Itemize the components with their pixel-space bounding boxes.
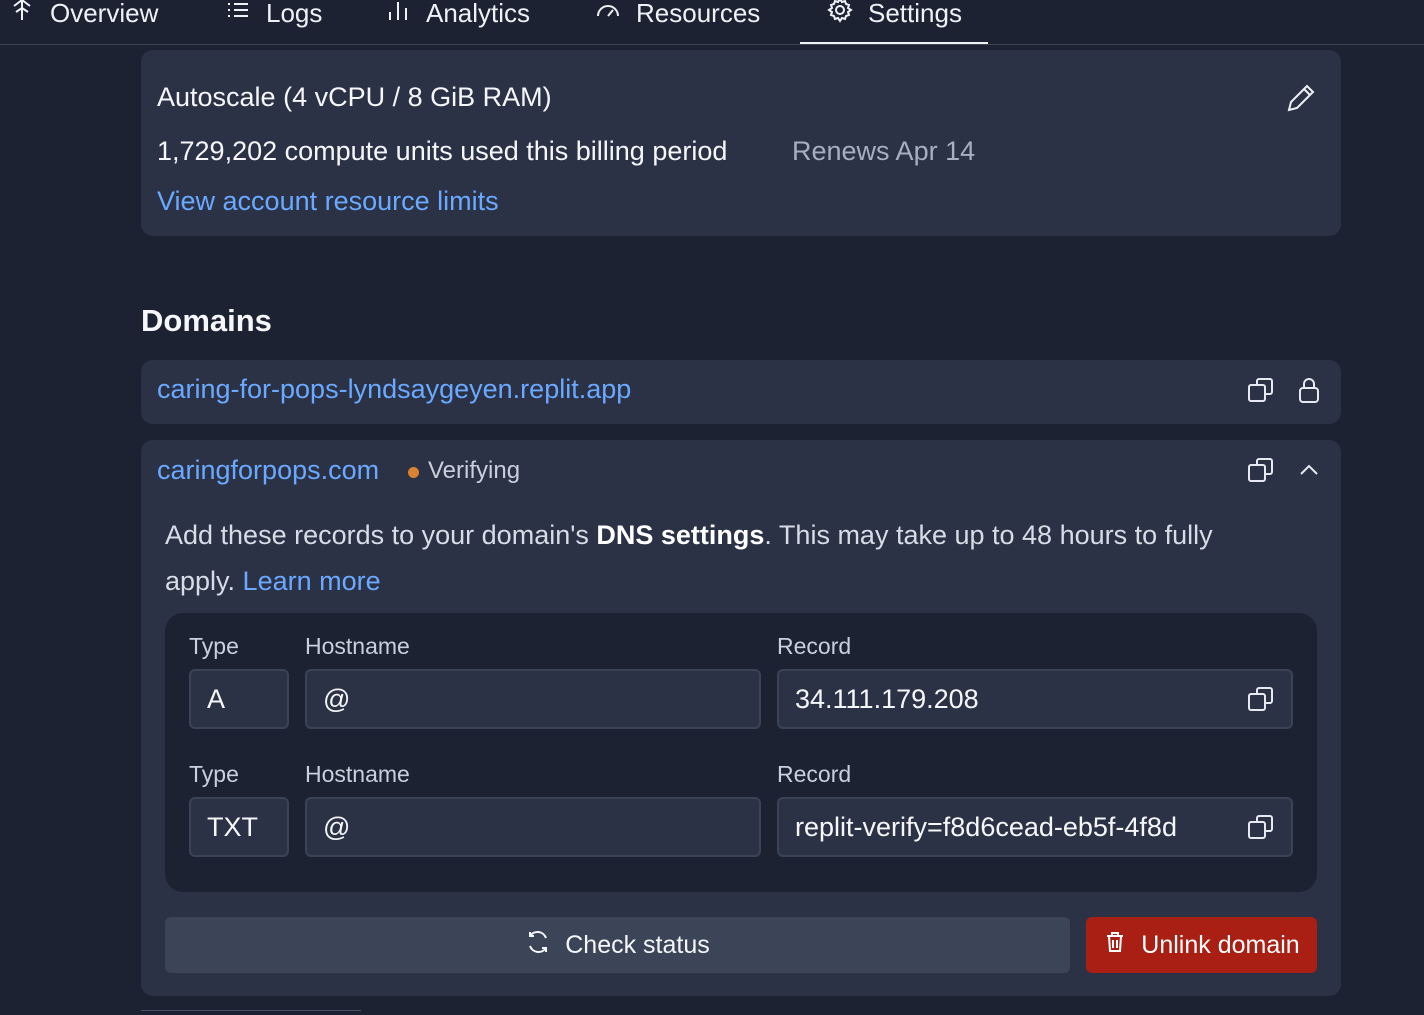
copy-button[interactable] bbox=[1243, 374, 1279, 410]
tab-label: Settings bbox=[868, 0, 962, 28]
usage-text: 1,729,202 compute units used this billin… bbox=[157, 136, 728, 166]
record-value-field[interactable]: 34.111.179.208 bbox=[777, 669, 1293, 729]
record-label: Record bbox=[777, 761, 852, 787]
record-type-field[interactable]: A bbox=[189, 669, 289, 729]
tab-label: Logs bbox=[266, 0, 323, 28]
hostname-label: Hostname bbox=[305, 633, 410, 659]
view-resource-limits-link[interactable]: View account resource limits bbox=[157, 186, 499, 217]
record-value: 34.111.179.208 bbox=[795, 683, 979, 714]
overview-icon bbox=[8, 0, 36, 31]
edit-plan-button[interactable] bbox=[1283, 80, 1319, 116]
unlink-domain-label: Unlink domain bbox=[1141, 930, 1300, 959]
domains-heading: Domains bbox=[141, 303, 272, 338]
copy-icon[interactable] bbox=[1245, 683, 1277, 715]
dns-desc-text: Add these records to your domain's bbox=[165, 520, 597, 550]
tab-overview[interactable]: Overview bbox=[8, 0, 158, 44]
record-type-value: TXT bbox=[207, 811, 258, 842]
lock-icon bbox=[1293, 374, 1325, 411]
domain-row-primary: caring-for-pops-lyndsaygeyen.replit.app bbox=[141, 360, 1341, 424]
dns-settings-emphasis: DNS settings bbox=[596, 520, 765, 550]
tab-label: Analytics bbox=[426, 0, 531, 28]
type-label: Type bbox=[189, 761, 239, 787]
dns-instructions: Add these records to your domain's DNS s… bbox=[165, 512, 1285, 604]
record-label: Record bbox=[777, 633, 852, 659]
chevron-up-icon bbox=[1293, 454, 1325, 491]
copy-icon[interactable] bbox=[1245, 811, 1277, 843]
plan-card: Autoscale (4 vCPU / 8 GiB RAM) 1,729,202… bbox=[141, 50, 1341, 236]
dns-records-panel: Type Hostname Record A @ 34.111.179.208 … bbox=[165, 613, 1317, 892]
copy-button[interactable] bbox=[1243, 454, 1279, 490]
custom-domain-link[interactable]: caringforpops.com bbox=[157, 455, 379, 486]
tab-resources[interactable]: Resources bbox=[594, 0, 760, 44]
hostname-label: Hostname bbox=[305, 761, 410, 787]
next-card-edge bbox=[141, 1010, 361, 1015]
collapse-button[interactable] bbox=[1291, 454, 1327, 490]
type-label: Type bbox=[189, 633, 239, 659]
record-type-field[interactable]: TXT bbox=[189, 797, 289, 857]
list-icon bbox=[224, 0, 252, 31]
refresh-icon bbox=[525, 929, 551, 962]
hostname-field[interactable]: @ bbox=[305, 669, 761, 729]
renewal-date: Renews Apr 14 bbox=[792, 136, 976, 166]
hostname-field[interactable]: @ bbox=[305, 797, 761, 857]
record-value: replit-verify=f8d6cead-eb5f-4f8d bbox=[795, 811, 1177, 842]
copy-icon bbox=[1245, 454, 1277, 491]
domain-row-custom: caringforpops.com Verifying Add these re… bbox=[141, 440, 1341, 996]
tab-analytics[interactable]: Analytics bbox=[384, 0, 530, 44]
tab-label: Resources bbox=[636, 0, 761, 28]
pencil-icon bbox=[1283, 84, 1319, 120]
check-status-label: Check status bbox=[565, 930, 710, 959]
copy-icon bbox=[1245, 374, 1277, 411]
status-badge: Verifying bbox=[428, 457, 521, 484]
unlink-domain-button[interactable]: Unlink domain bbox=[1086, 917, 1317, 973]
tab-label: Overview bbox=[50, 0, 159, 28]
check-status-button[interactable]: Check status bbox=[165, 917, 1070, 973]
gear-icon bbox=[826, 0, 854, 31]
hostname-value: @ bbox=[323, 683, 351, 714]
record-value-field[interactable]: replit-verify=f8d6cead-eb5f-4f8d bbox=[777, 797, 1293, 857]
primary-domain-link[interactable]: caring-for-pops-lyndsaygeyen.replit.app bbox=[157, 374, 631, 405]
tab-logs[interactable]: Logs bbox=[224, 0, 322, 44]
status-dot bbox=[408, 467, 419, 478]
plan-title: Autoscale (4 vCPU / 8 GiB RAM) bbox=[157, 82, 552, 112]
gauge-icon bbox=[594, 0, 622, 31]
hostname-value: @ bbox=[323, 811, 351, 842]
bar-chart-icon bbox=[384, 0, 412, 31]
tab-settings[interactable]: Settings bbox=[800, 0, 988, 44]
lock-button bbox=[1291, 374, 1327, 410]
tab-bar: Overview Logs Analytics Resources Settin… bbox=[0, 0, 1424, 45]
learn-more-link[interactable]: Learn more bbox=[243, 566, 381, 596]
trash-icon bbox=[1103, 930, 1127, 961]
record-type-value: A bbox=[207, 683, 226, 714]
